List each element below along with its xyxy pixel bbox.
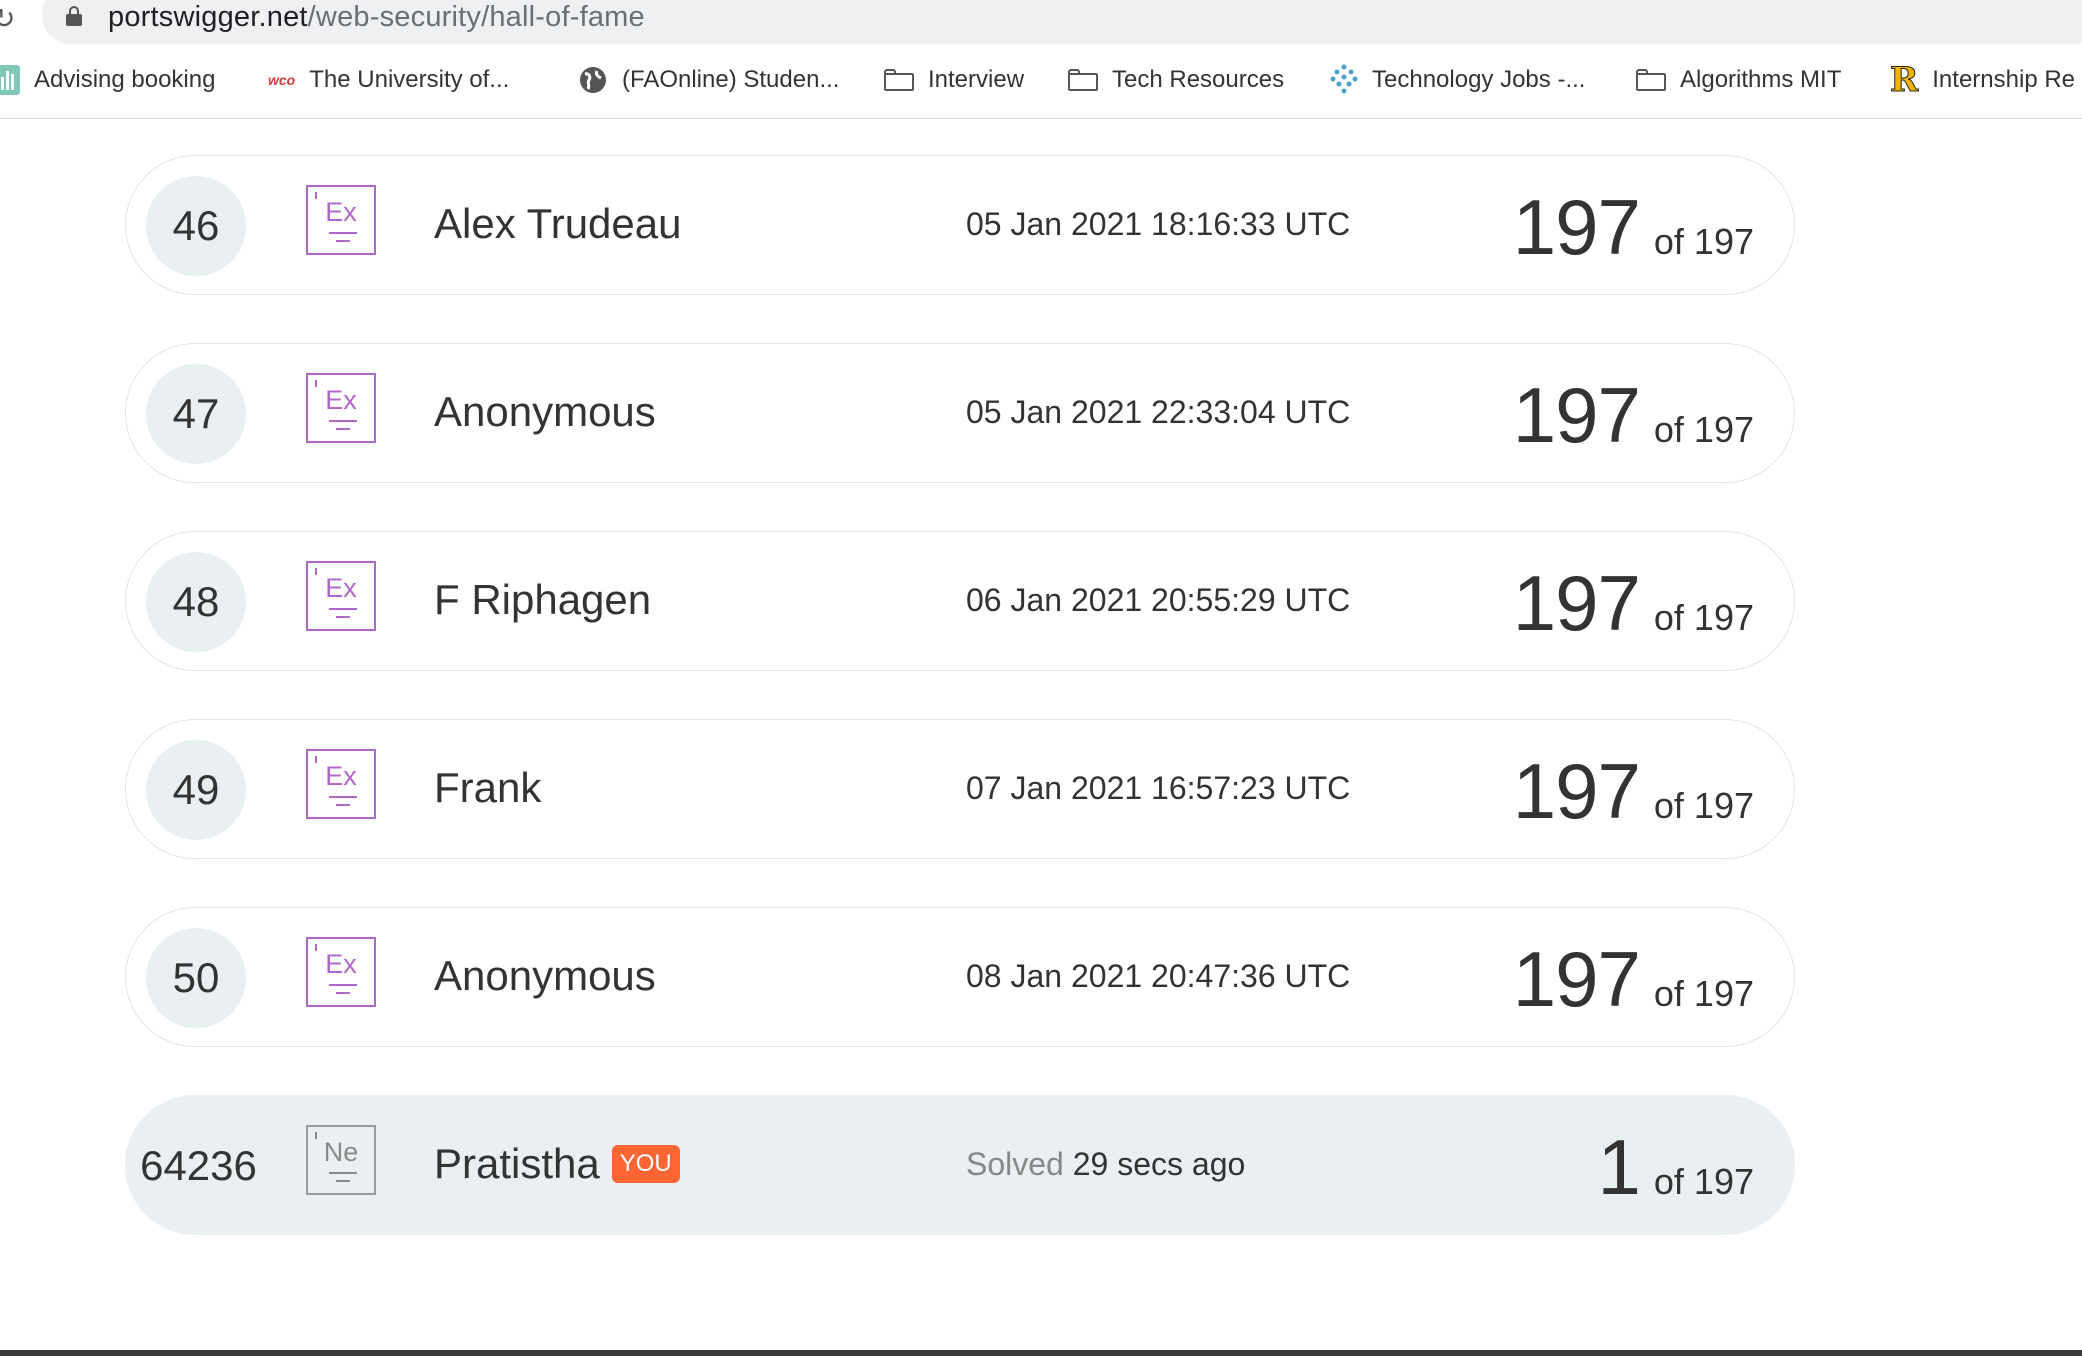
player-name: Alex Trudeau [434,200,682,247]
rank-number: 50 [146,928,246,1028]
expert-badge-icon: Ex [306,373,376,443]
rank-number: 64236 [140,1142,257,1189]
novice-badge-icon: Ne [306,1125,376,1195]
leaderboard-row: 48 Ex F Riphagen 06 Jan 2021 20:55:29 UT… [125,531,1795,671]
reload-icon[interactable]: ↻ [0,2,15,35]
rank-number: 47 [146,364,246,464]
lock-icon[interactable] [66,6,82,26]
you-badge: YOU [611,1145,680,1183]
completion-date: 08 Jan 2021 20:47:36 UTC [966,958,1351,994]
expert-badge-icon: Ex [306,937,376,1007]
globe-icon [578,65,608,95]
bookmark-advising-booking[interactable]: Advising booking [0,60,215,100]
player-name: Pratistha YOU [434,1140,680,1188]
bookmark-tech-resources[interactable]: Tech Resources [1068,60,1284,100]
window-bottom-edge [0,1350,2082,1356]
wco-logo-icon: wco [268,72,296,88]
leaderboard-row: 47 Ex Anonymous 05 Jan 2021 22:33:04 UTC… [125,343,1795,483]
score: 197 of 197 [1512,371,1754,459]
bookmarks-bar: Advising booking wco The University of..… [0,60,2082,101]
folder-icon [1636,69,1666,91]
rank-number: 48 [146,552,246,652]
score: 1 of 197 [1597,1123,1754,1211]
completion-date: 05 Jan 2021 18:16:33 UTC [966,206,1351,242]
bookmark-interview[interactable]: Interview [884,60,1024,100]
solved-time: Solved 29 secs ago [966,1146,1246,1182]
address-bar: ↻ portswigger.net/web-security/hall-of-f… [0,0,2082,46]
bookmark-internship[interactable]: R Internship Re [1889,60,2075,101]
completion-date: 05 Jan 2021 22:33:04 UTC [966,394,1351,430]
rank-number: 49 [146,740,246,840]
player-name: Anonymous [434,388,656,435]
leaderboard-row: 49 Ex Frank 07 Jan 2021 16:57:23 UTC 197… [125,719,1795,859]
chart-bars-icon [0,65,20,95]
bookmark-faonline[interactable]: (FAOnline) Studen... [578,60,839,100]
bookmark-technology-jobs[interactable]: Technology Jobs -... [1330,60,1585,100]
leaderboard-row: 46 Ex Alex Trudeau 05 Jan 2021 18:16:33 … [125,155,1795,295]
r-logo-icon: R [1889,60,1919,101]
player-name: Frank [434,764,542,811]
folder-icon [884,69,914,91]
dots-tree-icon [1330,64,1358,96]
score: 197 of 197 [1512,183,1754,271]
completion-date: 07 Jan 2021 16:57:23 UTC [966,770,1351,806]
expert-badge-icon: Ex [306,749,376,819]
player-name: F Riphagen [434,576,652,623]
score: 197 of 197 [1512,747,1754,835]
score: 197 of 197 [1512,935,1754,1023]
player-name: Anonymous [434,952,656,999]
expert-badge-icon: Ex [306,561,376,631]
expert-badge-icon: Ex [306,185,376,255]
leaderboard-row: 50 Ex Anonymous 08 Jan 2021 20:47:36 UTC… [125,907,1795,1047]
toolbar-divider [0,118,2082,119]
folder-icon [1068,69,1098,91]
score: 197 of 197 [1512,559,1754,647]
url-text[interactable]: portswigger.net/web-security/hall-of-fam… [108,1,645,34]
bookmark-algorithms-mit[interactable]: Algorithms MIT [1636,60,1841,100]
rank-number: 46 [146,176,246,276]
completion-date: 06 Jan 2021 20:55:29 UTC [966,582,1351,618]
bookmark-university[interactable]: wco The University of... [268,60,509,100]
current-user-row: 64236 Ne Pratistha YOU Solved 29 secs ag… [125,1095,1795,1235]
